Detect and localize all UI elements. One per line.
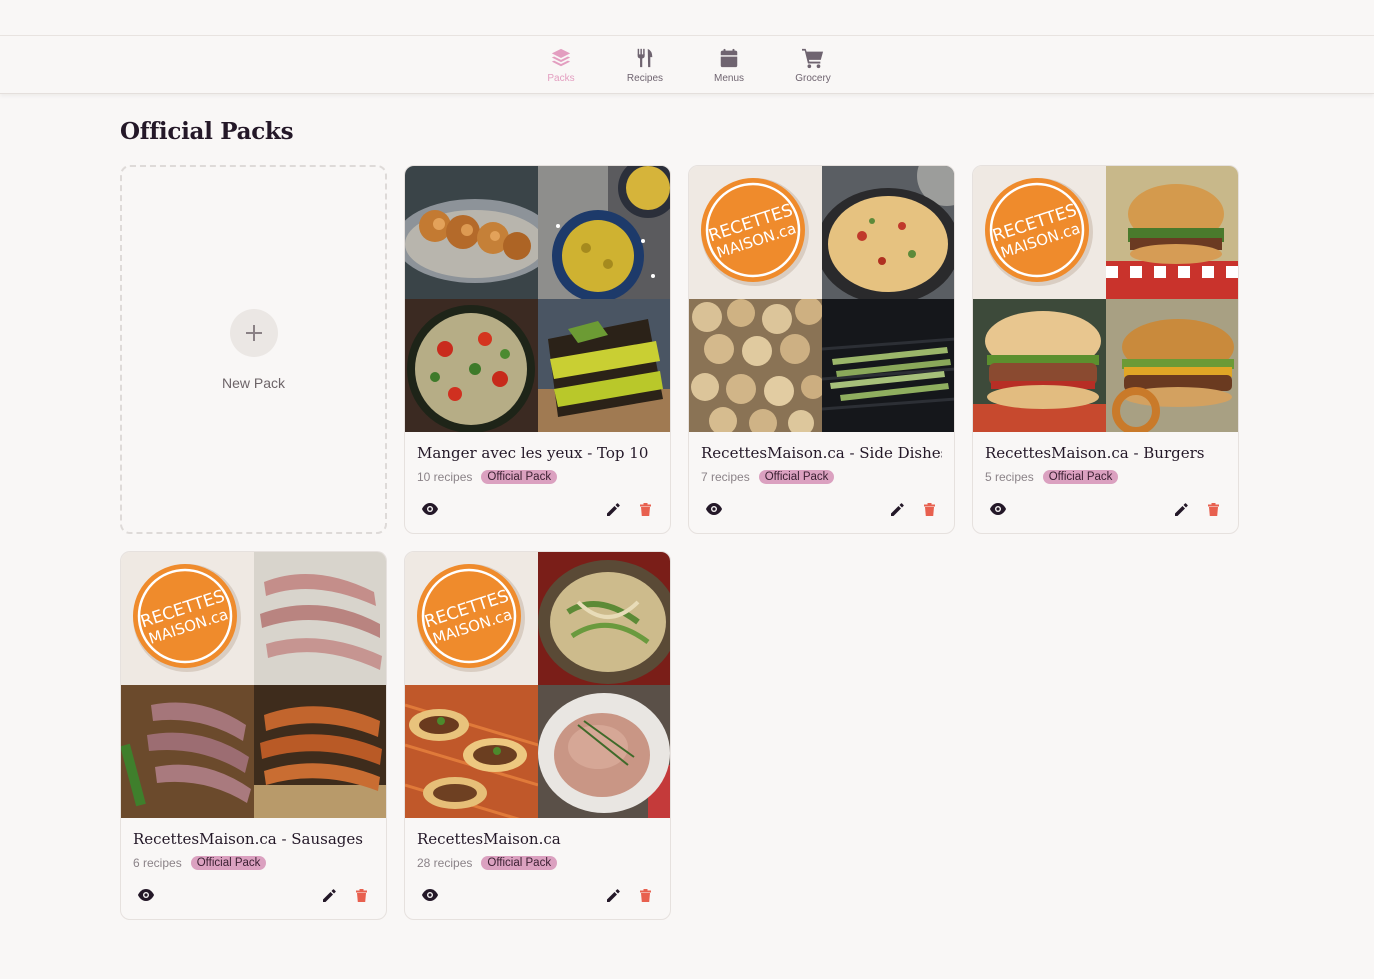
pack-card[interactable]: RECETTES MAISON.ca RecettesMaison.ca - Sa… bbox=[120, 551, 387, 920]
recipe-photo bbox=[254, 685, 386, 818]
delete-button[interactable] bbox=[918, 498, 940, 520]
pack-cover-mosaic bbox=[405, 166, 670, 432]
pack-cover-mosaic: RECETTES MAISON.ca bbox=[973, 166, 1238, 432]
nav-recipes[interactable]: Recipes bbox=[603, 46, 687, 84]
eye-icon bbox=[990, 503, 1006, 515]
recipe-count: 28 recipes bbox=[417, 856, 473, 870]
nav-packs-label: Packs bbox=[547, 72, 575, 84]
main-nav: Packs Recipes Menus Grocery bbox=[0, 36, 1374, 94]
recipe-photo bbox=[973, 299, 1106, 432]
recettesmaison-logo: RECETTES MAISON.ca bbox=[121, 552, 254, 685]
recipe-count: 5 recipes bbox=[985, 470, 1034, 484]
edit-button[interactable] bbox=[602, 498, 624, 520]
trash-icon bbox=[639, 502, 651, 516]
recettesmaison-logo: RECETTES MAISON.ca bbox=[405, 552, 538, 685]
pack-cover-mosaic: RECETTES MAISON.ca bbox=[405, 552, 670, 818]
delete-button[interactable] bbox=[350, 884, 372, 906]
edit-button[interactable] bbox=[318, 884, 340, 906]
layers-icon bbox=[549, 46, 573, 70]
pencil-icon bbox=[890, 502, 904, 516]
pack-title: RecettesMaison.ca - Side Dishes bbox=[701, 444, 942, 462]
pack-title: RecettesMaison.ca bbox=[417, 830, 561, 848]
pack-title: RecettesMaison.ca - Burgers bbox=[985, 444, 1205, 462]
recipe-count: 7 recipes bbox=[701, 470, 750, 484]
recettesmaison-logo: RECETTES MAISON.ca bbox=[689, 166, 822, 299]
recipe-photo bbox=[405, 299, 538, 432]
nav-recipes-label: Recipes bbox=[626, 72, 664, 84]
top-strip bbox=[0, 0, 1374, 36]
pack-card[interactable]: RECETTES MAISON.ca RecettesMaison.ca 28 r… bbox=[404, 551, 671, 920]
nav-menus[interactable]: Menus bbox=[687, 46, 771, 84]
official-pack-badge: Official Pack bbox=[190, 856, 267, 870]
plus-icon bbox=[229, 308, 278, 357]
recipe-photo bbox=[538, 166, 670, 299]
pack-cover-mosaic: RECETTES MAISON.ca bbox=[689, 166, 954, 432]
trash-icon bbox=[923, 502, 935, 516]
pack-card[interactable]: RECETTES MAISON.ca RecettesMaison.ca - Bu… bbox=[972, 165, 1239, 534]
recipe-photo bbox=[822, 299, 954, 432]
new-pack-button[interactable]: New Pack bbox=[120, 165, 387, 534]
eye-icon bbox=[422, 889, 438, 901]
recipe-photo bbox=[689, 299, 822, 432]
new-pack-label: New Pack bbox=[221, 374, 286, 391]
calendar-icon bbox=[717, 46, 741, 70]
pack-title: Manger avec les yeux - Top 10 bbox=[417, 444, 649, 462]
view-button[interactable] bbox=[987, 498, 1009, 520]
view-button[interactable] bbox=[419, 498, 441, 520]
eye-icon bbox=[138, 889, 154, 901]
delete-button[interactable] bbox=[634, 498, 656, 520]
pack-cover-mosaic: RECETTES MAISON.ca bbox=[121, 552, 386, 818]
recipe-photo bbox=[538, 299, 670, 432]
recipe-photo bbox=[538, 685, 670, 818]
recipe-photo bbox=[822, 166, 954, 299]
recipe-photo bbox=[1106, 166, 1238, 299]
official-pack-badge: Official Pack bbox=[481, 470, 558, 484]
trash-icon bbox=[355, 888, 367, 902]
trash-icon bbox=[1207, 502, 1219, 516]
pack-title: RecettesMaison.ca - Sausages bbox=[133, 830, 363, 848]
utensils-icon bbox=[633, 46, 657, 70]
pencil-icon bbox=[322, 888, 336, 902]
recipe-count: 10 recipes bbox=[417, 470, 473, 484]
recettesmaison-logo: RECETTES MAISON.ca bbox=[973, 166, 1106, 299]
view-button[interactable] bbox=[419, 884, 441, 906]
recipe-photo bbox=[538, 552, 670, 685]
page-title: Official Packs bbox=[120, 118, 294, 145]
view-button[interactable] bbox=[703, 498, 725, 520]
pencil-icon bbox=[1174, 502, 1188, 516]
delete-button[interactable] bbox=[1202, 498, 1224, 520]
delete-button[interactable] bbox=[634, 884, 656, 906]
recipe-photo bbox=[405, 685, 538, 818]
nav-grocery[interactable]: Grocery bbox=[771, 46, 855, 84]
edit-button[interactable] bbox=[1170, 498, 1192, 520]
edit-button[interactable] bbox=[886, 498, 908, 520]
cart-icon bbox=[801, 46, 825, 70]
official-pack-badge: Official Pack bbox=[758, 470, 835, 484]
nav-menus-label: Menus bbox=[713, 72, 744, 84]
pencil-icon bbox=[606, 502, 620, 516]
recipe-photo bbox=[254, 552, 386, 685]
official-pack-badge: Official Pack bbox=[481, 856, 558, 870]
nav-packs[interactable]: Packs bbox=[519, 46, 603, 84]
eye-icon bbox=[706, 503, 722, 515]
recipe-photo bbox=[1106, 299, 1238, 432]
pencil-icon bbox=[606, 888, 620, 902]
official-pack-badge: Official Pack bbox=[1042, 470, 1119, 484]
pack-card[interactable]: RECETTES MAISON.ca RecettesMaison.ca - Si… bbox=[688, 165, 955, 534]
recipe-count: 6 recipes bbox=[133, 856, 182, 870]
recipe-photo bbox=[121, 685, 254, 818]
edit-button[interactable] bbox=[602, 884, 624, 906]
trash-icon bbox=[639, 888, 651, 902]
view-button[interactable] bbox=[135, 884, 157, 906]
nav-grocery-label: Grocery bbox=[795, 72, 831, 84]
eye-icon bbox=[422, 503, 438, 515]
pack-card[interactable]: Manger avec les yeux - Top 10 10 recipes… bbox=[404, 165, 671, 534]
recipe-photo bbox=[405, 166, 538, 299]
